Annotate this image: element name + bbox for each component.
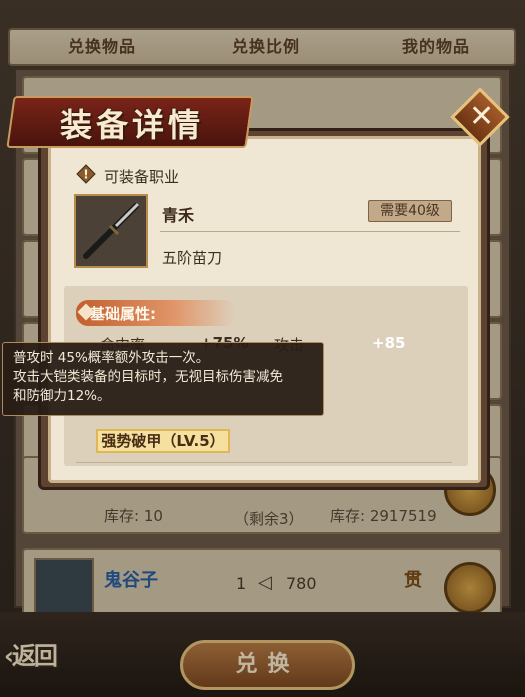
level-requirement-badge: 需要40级	[368, 200, 452, 222]
tooltip-line: 普攻时 45%概率额外攻击一次。	[13, 350, 210, 366]
tooltip-line: 攻击大铠类装备的目标时，无视目标伤害减免	[13, 369, 283, 385]
item-type: 五阶苗刀	[162, 249, 223, 267]
tooltip-line: 和防御力12%。	[13, 388, 111, 404]
item-icon-frame	[74, 194, 148, 268]
svg-text:!: !	[83, 168, 88, 182]
modal-title: 装备详情	[60, 106, 205, 144]
item-name: 青禾	[162, 206, 195, 225]
divider	[76, 462, 452, 463]
blade-icon	[76, 196, 146, 266]
skill-tooltip: 普攻时 45%概率额外攻击一次。 攻击大铠类装备的目标时，无视目标伤害减免 和防…	[2, 342, 324, 416]
divider	[160, 231, 460, 232]
close-icon[interactable]: ✕	[469, 99, 494, 134]
warning-icon: !	[76, 164, 96, 184]
skill-button[interactable]: 强势破甲（LV.5）	[96, 429, 230, 453]
attributes-header: 基础属性:	[90, 305, 156, 323]
equip-class-label: 可装备职业	[104, 168, 180, 186]
attr-value-attack: +85	[372, 334, 406, 352]
